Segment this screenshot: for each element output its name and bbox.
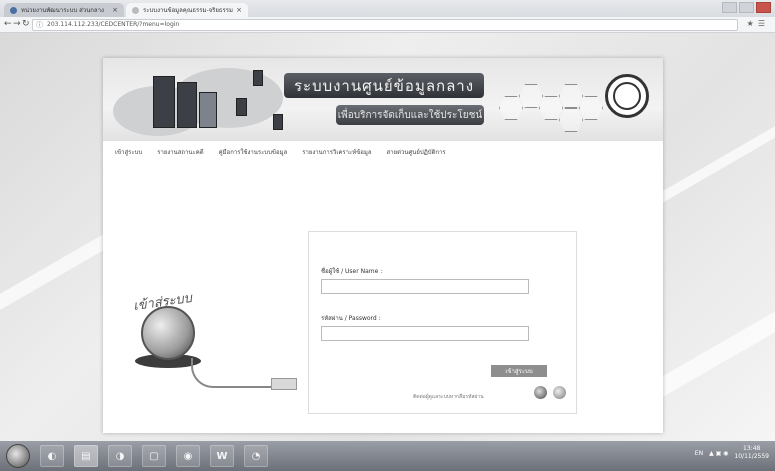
forgot-password-link[interactable]: ติดต่อผู้ดูแลระบบหากลืมรหัสผ่าน: [413, 393, 484, 401]
hexagon-decoration: [559, 108, 583, 132]
site-banner: ระบบงานศูนย์ข้อมูลกลาง เพื่อบริการจัดเก็…: [103, 58, 663, 141]
agency-seal-logo: [605, 74, 649, 118]
login-panel: ชื่อผู้ใช้ / User Name : รหัสผ่าน / Pass…: [308, 231, 577, 414]
clock-time: 13:48: [743, 445, 761, 452]
hexagon-decoration: [499, 96, 523, 120]
taskbar-chrome-icon[interactable]: ◐: [40, 445, 64, 467]
minimize-button[interactable]: [722, 2, 737, 13]
taskbar-app-icon[interactable]: ◑: [108, 445, 132, 467]
favicon-icon: [10, 6, 17, 14]
main-nav: เข้าสู่ระบบ รายงานสถานะคดี คู่มือการใช้ง…: [103, 141, 663, 163]
taskbar-viewer-icon[interactable]: ◔: [244, 445, 268, 467]
taskbar-word-icon[interactable]: W: [210, 445, 234, 467]
url-text: 203.114.112.233/CEDCENTER/?menu=login: [47, 21, 180, 28]
toolbar-icons[interactable]: ★☰: [747, 19, 769, 28]
close-tab-icon[interactable]: ×: [112, 6, 118, 14]
username-label: ชื่อผู้ใช้ / User Name :: [321, 268, 383, 275]
favicon-icon: [132, 6, 139, 14]
tab-title: หน่วยงานพัฒนาระบบ ส่วนกลาง: [21, 7, 104, 14]
server-icon: [199, 92, 217, 128]
info-icon[interactable]: ⓘ: [36, 20, 43, 30]
close-window-button[interactable]: [756, 2, 771, 13]
nav-item-login[interactable]: เข้าสู่ระบบ: [115, 147, 142, 157]
usb-cable-graphic: [191, 358, 277, 388]
close-tab-icon[interactable]: ×: [236, 6, 242, 14]
start-button[interactable]: [6, 444, 30, 468]
hexagon-decoration: [539, 96, 563, 120]
server-icon: [253, 70, 263, 86]
window-controls: [722, 2, 771, 13]
tray-icons[interactable]: ▲ ▣ ◉: [709, 450, 728, 457]
nav-item-manual[interactable]: คู่มือการใช้งานระบบข้อมูล: [219, 147, 288, 157]
hexagon-decoration: [579, 96, 603, 120]
back-icon[interactable]: ←: [4, 19, 12, 29]
url-input[interactable]: ⓘ 203.114.112.233/CEDCENTER/?menu=login: [32, 19, 738, 31]
browser-tab-1[interactable]: หน่วยงานพัฒนาระบบ ส่วนกลาง ×: [4, 3, 124, 17]
maximize-button[interactable]: [739, 2, 754, 13]
server-icon: [177, 82, 197, 128]
taskbar: ◐ ▤ ◑ ▢ ◉ W ◔ EN ▲ ▣ ◉ 13:48 10/11/2559: [0, 441, 775, 471]
forward-icon[interactable]: →: [13, 19, 21, 29]
site-subtitle: เพื่อบริการจัดเก็บและใช้ประโยชน์: [337, 109, 483, 121]
server-icon: [273, 114, 283, 130]
language-indicator[interactable]: EN: [695, 450, 703, 457]
seal-inner-ring: [613, 82, 641, 110]
login-button[interactable]: เข้าสู่ระบบ: [491, 365, 547, 377]
site-title-bar: ระบบงานศูนย์ข้อมูลกลาง: [284, 73, 484, 98]
system-tray: EN ▲ ▣ ◉ 13:48 10/11/2559: [695, 445, 769, 461]
site-container: ระบบงานศูนย์ข้อมูลกลาง เพื่อบริการจัดเก็…: [103, 58, 663, 433]
hexagon-decoration: [519, 84, 543, 108]
clock[interactable]: 13:48 10/11/2559: [734, 445, 769, 461]
globe-small-icon[interactable]: [534, 386, 547, 399]
tab-strip: หน่วยงานพัฒนาระบบ ส่วนกลาง × ระบบงานข้อม…: [0, 0, 775, 17]
nav-item-status[interactable]: รายงานสถานะคดี: [157, 147, 203, 157]
password-label: รหัสผ่าน / Password :: [321, 315, 381, 322]
site-subtitle-bar: เพื่อบริการจัดเก็บและใช้ประโยชน์: [336, 105, 484, 125]
clock-date: 10/11/2559: [734, 453, 769, 460]
nav-item-hotline[interactable]: สายด่วนศูนย์ปฏิบัติการ: [387, 147, 446, 157]
help-icon[interactable]: [553, 386, 566, 399]
server-icon: [153, 76, 175, 128]
taskbar-window-icon[interactable]: ▢: [142, 445, 166, 467]
server-icon: [236, 98, 247, 116]
password-input[interactable]: [321, 326, 529, 341]
taskbar-explorer-icon[interactable]: ▤: [74, 445, 98, 467]
nav-item-report[interactable]: รายงานการวิเคราะห์ข้อมูล: [302, 147, 371, 157]
reload-icon[interactable]: ↻: [22, 19, 30, 29]
site-title: ระบบงานศูนย์ข้อมูลกลาง: [293, 76, 475, 95]
address-bar: ← → ↻ ⓘ 203.114.112.233/CEDCENTER/?menu=…: [0, 17, 775, 33]
tab-title: ระบบงานข้อมูลคุณธรรม-จริยธรรม: [143, 7, 233, 14]
taskbar-browser-icon[interactable]: ◉: [176, 445, 200, 467]
hexagon-decoration: [559, 84, 583, 108]
browser-tab-2[interactable]: ระบบงานข้อมูลคุณธรรม-จริยธรรม ×: [126, 3, 248, 17]
globe-icon: [141, 306, 195, 360]
username-input[interactable]: [321, 279, 529, 294]
background-streak: [648, 284, 775, 400]
usb-plug-icon: [271, 378, 297, 390]
